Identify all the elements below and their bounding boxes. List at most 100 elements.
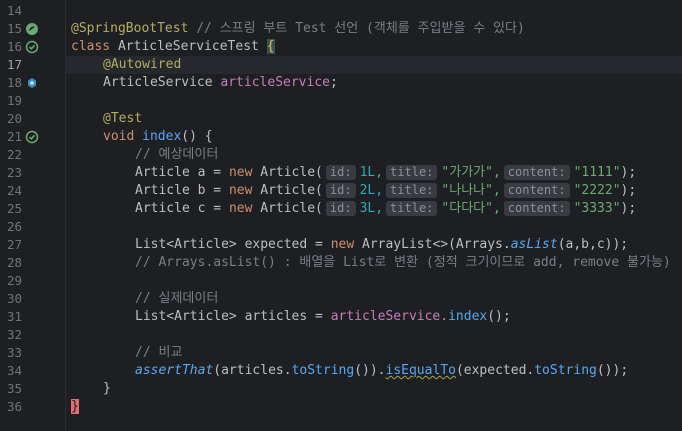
code-line[interactable]: Article c = new Article(id: 3L, title: "다다다… — [0, 200, 682, 218]
class-name: ArticleServiceTest — [117, 39, 259, 54]
param-hint: title: — [386, 201, 438, 216]
punct: (articles. — [213, 363, 292, 378]
keyword: new — [228, 183, 253, 198]
operator: = — [213, 183, 222, 198]
comment: // 예상데이터 — [135, 147, 219, 162]
type: Article — [135, 183, 190, 198]
closing-brace: } — [103, 381, 111, 396]
annotation: @SpringBootTest — [71, 21, 189, 36]
constructor-call: ArrayList<>(Arrays. — [362, 237, 511, 252]
code-line[interactable]: List<Article> articles = articleService.… — [0, 308, 682, 326]
keyword: new — [228, 201, 253, 216]
string: "다다다", — [441, 201, 501, 216]
line-number: 29 — [6, 273, 22, 288]
method-call: index — [448, 309, 488, 324]
param-hint: title: — [386, 165, 438, 180]
param-hint: title: — [386, 183, 438, 198]
field-name: articleService — [220, 75, 330, 90]
string: "가가가", — [441, 165, 501, 180]
line-number: 19 — [6, 93, 22, 108]
method-name: index — [142, 129, 182, 144]
code-line[interactable]: } — [0, 398, 682, 416]
annotation: @Autowired — [103, 57, 182, 72]
string: "나나나", — [441, 183, 501, 198]
operator: = — [213, 201, 222, 216]
punct: ); — [620, 183, 637, 198]
method-call-warning: isEqualTo — [385, 363, 456, 378]
punct: ; — [329, 75, 338, 90]
code-line[interactable]: // 비교 — [0, 344, 682, 362]
param-hint: content: — [503, 201, 570, 216]
method-call: toString — [291, 363, 355, 378]
punct: () { — [181, 129, 213, 144]
variable: expected — [244, 237, 308, 252]
method-call: toString — [534, 363, 597, 378]
string: "1111" — [573, 165, 621, 180]
comment: // 실제데이터 — [135, 291, 219, 306]
number: 2L, — [359, 183, 384, 198]
line-number: 26 — [6, 219, 22, 234]
param-hint: id: — [325, 165, 356, 180]
code-editor[interactable]: 14 15 16 17 18 19 20 21 22 23 24 25 26 2… — [0, 0, 682, 431]
type: List<Article> — [135, 309, 237, 324]
param-hint: id: — [325, 183, 356, 198]
static-method: assertThat — [135, 363, 214, 378]
punct: ); — [620, 201, 637, 216]
type: Article — [135, 201, 190, 216]
param-hint: content: — [503, 165, 570, 180]
code-line[interactable]: // 예상데이터 — [0, 146, 682, 164]
annotation: @Test — [103, 111, 143, 126]
code-line[interactable]: @SpringBootTest // 스프링 부트 Test 선언 (객체를 주… — [0, 20, 682, 38]
constructor-call: Article( — [260, 165, 323, 180]
punct: ()). — [354, 363, 386, 378]
comment: // Arrays.asList() : 배열을 List로 변환 (정적 크기… — [135, 255, 671, 270]
code-line[interactable]: @Test — [0, 110, 682, 128]
punct: ); — [620, 165, 637, 180]
variable: a — [197, 165, 206, 180]
code-line[interactable]: @Autowired — [0, 56, 682, 74]
code-line[interactable]: Article b = new Article(id: 2L, title: "나나나… — [0, 182, 682, 200]
matched-brace: { — [266, 39, 275, 54]
number: 3L, — [359, 201, 384, 216]
code-line[interactable]: class ArticleServiceTest { — [0, 38, 682, 56]
keyword: class — [71, 39, 111, 54]
variable: c — [197, 201, 206, 216]
constructor-call: Article( — [260, 183, 323, 198]
string: "3333" — [573, 201, 621, 216]
punct: (expected. — [455, 363, 535, 378]
punct: ()); — [596, 363, 629, 378]
constructor-call: Article( — [260, 201, 323, 216]
string: "2222" — [573, 183, 621, 198]
code-line[interactable]: // Arrays.asList() : 배열을 List로 변환 (정적 크기… — [0, 254, 682, 272]
number: 1L, — [359, 165, 384, 180]
code-line[interactable]: // 실제데이터 — [0, 290, 682, 308]
variable: articles — [244, 309, 308, 324]
code-line[interactable]: Article a = new Article(id: 1L, title: "가가가… — [0, 164, 682, 182]
line-number: 14 — [6, 3, 22, 18]
code-line[interactable]: ArticleService articleService; — [0, 74, 682, 92]
code-line[interactable]: assertThat(articles.toString()).isEqualT… — [0, 362, 682, 380]
keyword: new — [330, 237, 355, 252]
code-line[interactable]: } — [0, 380, 682, 398]
code-line[interactable]: List<Article> expected = new ArrayList<>… — [0, 236, 682, 254]
keyword: new — [228, 165, 253, 180]
param-hint: id: — [325, 201, 356, 216]
param-hint: content: — [503, 183, 570, 198]
code-line[interactable]: void index() { — [0, 128, 682, 146]
static-method: asList — [510, 237, 558, 252]
line-number: 32 — [6, 327, 22, 342]
operator: = — [315, 309, 323, 324]
comment: // 스프링 부트 Test 선언 (객체를 주입받을 수 있다) — [196, 21, 525, 36]
type: List<Article> — [135, 237, 237, 252]
punct: (a,b,c)); — [557, 237, 629, 252]
type: ArticleService — [103, 75, 213, 90]
comment: // 비교 — [135, 345, 183, 360]
operator: = — [315, 237, 323, 252]
operator: = — [213, 165, 222, 180]
variable: b — [197, 183, 206, 198]
punct: (); — [487, 309, 511, 324]
type: Article — [135, 165, 190, 180]
matched-brace: } — [71, 399, 79, 414]
keyword: void — [103, 129, 135, 144]
field-ref: articleService. — [330, 309, 449, 324]
